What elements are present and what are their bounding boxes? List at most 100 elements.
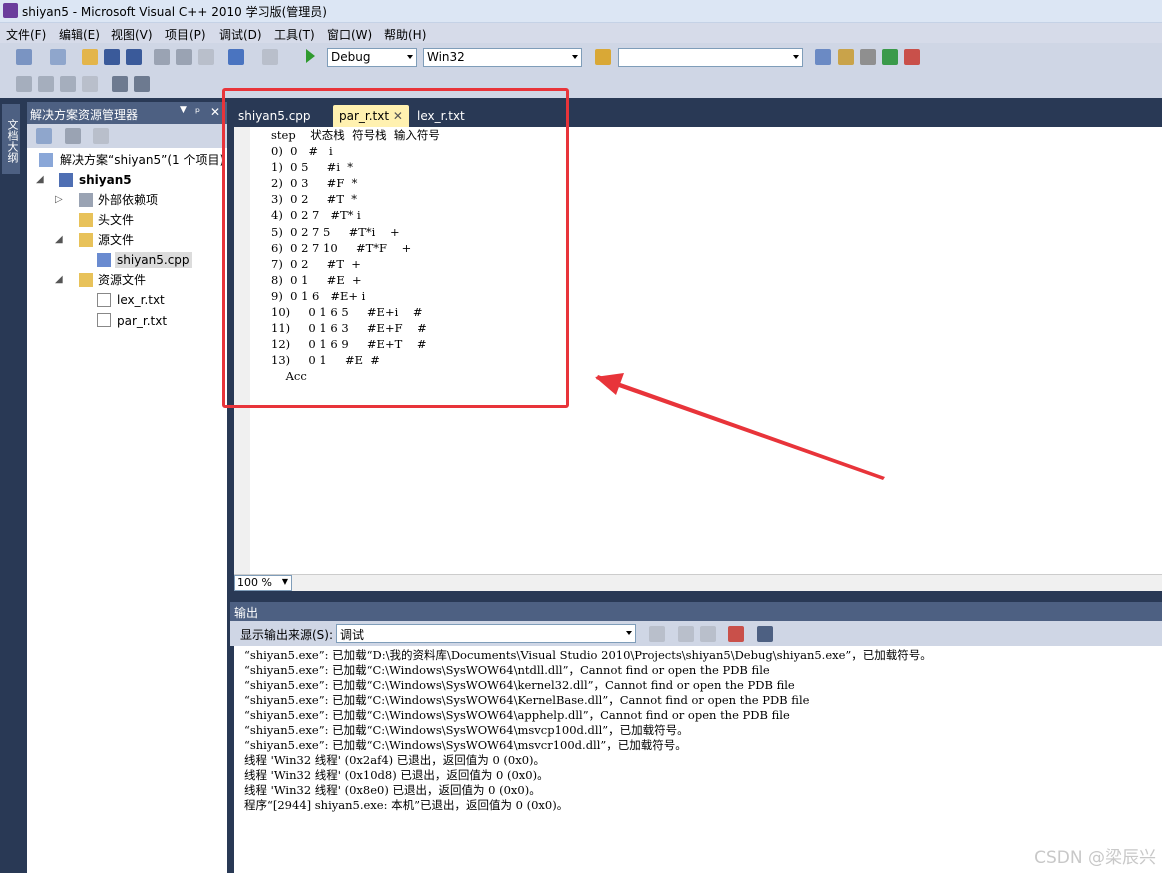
tree-sources[interactable]: 源文件 [98,232,134,248]
menu-view[interactable]: 视图(V) [111,26,153,43]
expanded-icon[interactable]: ◢ [55,274,63,285]
output-line: “shiyan5.exe”: 已加载“C:\Windows\SysWOW64\m… [244,723,689,737]
menu-help[interactable]: 帮助(H) [384,26,426,43]
chevron-down-icon [793,55,799,59]
expanded-icon[interactable]: ◢ [55,234,63,245]
output-source-dropdown[interactable]: 调试 [336,624,636,643]
config-value: Debug [331,50,371,64]
text-file-icon [97,313,111,327]
output-toolbar: 显示输出来源(S): 调试 [230,621,1162,646]
platform-dropdown[interactable]: Win32 [423,48,582,67]
solution-explorer-toolbar [27,124,227,148]
menu-tools[interactable]: 工具(T) [274,26,315,43]
redo-icon[interactable] [262,49,278,65]
output-line: “shiyan5.exe”: 已加载“C:\Windows\SysWOW64\n… [244,663,770,677]
collapsed-icon[interactable]: ▷ [55,194,63,205]
output-line: “shiyan5.exe”: 已加载“C:\Windows\SysWOW64\m… [244,738,687,752]
menu-edit[interactable]: 编辑(E) [59,26,100,43]
output-line: 线程 'Win32 线程' (0x2af4) 已退出，返回值为 0 (0x0)。 [244,753,546,767]
find-in-files-icon[interactable] [595,49,611,65]
output-line: 线程 'Win32 线程' (0x8e0) 已退出，返回值为 0 (0x0)。 [244,783,541,797]
document-outline-tab[interactable]: 文档大纲 [2,104,20,174]
tree-source-file[interactable]: shiyan5.cpp [115,252,192,268]
properties-icon[interactable] [36,128,52,144]
output-title: 输出 [234,606,259,620]
menu-bar: 文件(F) 编辑(E) 视图(V) 项目(P) 调试(D) 工具(T) 窗口(W… [0,23,1162,43]
chevron-down-icon [572,55,578,59]
open-file-icon[interactable] [82,49,98,65]
title-bar: shiyan5 - Microsoft Visual C++ 2010 学习版(… [0,0,1162,23]
output-line: 程序“[2944] shiyan5.exe: 本机”已退出，返回值为 0 (0x… [244,798,569,812]
standard-toolbar: Debug Win32 [0,43,1162,71]
parameter-info-icon[interactable] [38,76,54,92]
folder-open-icon [79,233,93,247]
solution-explorer-title: 解决方案资源管理器 [30,108,139,122]
menu-window[interactable]: 窗口(W) [327,26,372,43]
output-line: “shiyan5.exe”: 已加载“C:\Windows\SysWOW64\a… [244,708,790,722]
tree-resources[interactable]: 资源文件 [98,272,146,288]
copy-icon[interactable] [176,49,192,65]
output-header: 输出 [230,602,1162,621]
next-message-icon[interactable] [700,626,716,642]
chevron-down-icon [626,631,632,635]
clear-all-icon[interactable] [728,626,744,642]
new-project-icon[interactable] [16,49,32,65]
cut-icon[interactable] [154,49,170,65]
undo-icon[interactable] [228,49,244,65]
menu-debug[interactable]: 调试(D) [219,26,262,43]
paste-icon[interactable] [198,49,214,65]
solution-explorer-header: 解决方案资源管理器 ▼ ᵖ ✕ [27,102,227,124]
prev-message-icon[interactable] [678,626,694,642]
side-tool-strip: 文档大纲 [0,98,22,873]
output-line: “shiyan5.exe”: 已加载“D:\我的资料库\Documents\Vi… [244,648,932,662]
quick-info-icon[interactable] [60,76,76,92]
view-class-diagram-icon[interactable] [93,128,109,144]
comment-icon[interactable] [112,76,128,92]
expanded-icon[interactable]: ◢ [36,174,44,185]
annotation-arrow [595,373,885,480]
app-icon [3,3,18,18]
output-line: “shiyan5.exe”: 已加载“C:\Windows\SysWOW64\k… [244,678,795,692]
solution-icon [39,153,53,167]
solution-explorer-icon[interactable] [815,49,831,65]
tree-project[interactable]: shiyan5 [79,172,132,188]
output-line: 线程 'Win32 线程' (0x10d8) 已退出，返回值为 0 (0x0)。 [244,768,549,782]
pin-icon[interactable]: ᵖ [195,105,200,119]
word-wrap-icon[interactable] [757,626,773,642]
save-icon[interactable] [104,49,120,65]
project-icon [59,173,73,187]
tree-res-file-lex[interactable]: lex_r.txt [117,292,165,308]
close-icon[interactable]: ✕ [210,105,220,119]
find-message-icon[interactable] [649,626,665,642]
menu-file[interactable]: 文件(F) [6,26,46,43]
zoom-dropdown[interactable]: 100 % ▼ [234,575,292,591]
uncomment-icon[interactable] [134,76,150,92]
extension-manager-icon[interactable] [904,49,920,65]
add-item-icon[interactable] [50,49,66,65]
start-page-icon[interactable] [882,49,898,65]
editor-status-bar: 100 % ▼ [234,574,1162,591]
chevron-down-icon[interactable]: ▼ [180,105,187,115]
find-combo[interactable] [618,48,803,67]
config-dropdown[interactable]: Debug [327,48,417,67]
word-completion-icon[interactable] [82,76,98,92]
window-title: shiyan5 - Microsoft Visual C++ 2010 学习版(… [22,5,327,19]
output-source-label: 显示输出来源(S): [240,628,334,642]
folder-icon [79,213,93,227]
toolbox-icon[interactable] [860,49,876,65]
cpp-file-icon [97,253,111,267]
tree-res-file-par[interactable]: par_r.txt [117,313,167,329]
member-list-icon[interactable] [16,76,32,92]
platform-value: Win32 [427,50,465,64]
menu-project[interactable]: 项目(P) [165,26,206,43]
tree-solution[interactable]: 解决方案“shiyan5”(1 个项目) [60,152,224,168]
properties-icon[interactable] [838,49,854,65]
zoom-value: 100 % [237,576,272,589]
external-deps-icon [79,193,93,207]
save-all-icon[interactable] [126,49,142,65]
start-debug-icon[interactable] [306,49,315,63]
show-all-files-icon[interactable] [65,128,81,144]
tree-headers[interactable]: 头文件 [98,212,134,228]
text-file-icon [97,293,111,307]
tree-external-deps[interactable]: 外部依赖项 [98,192,158,208]
